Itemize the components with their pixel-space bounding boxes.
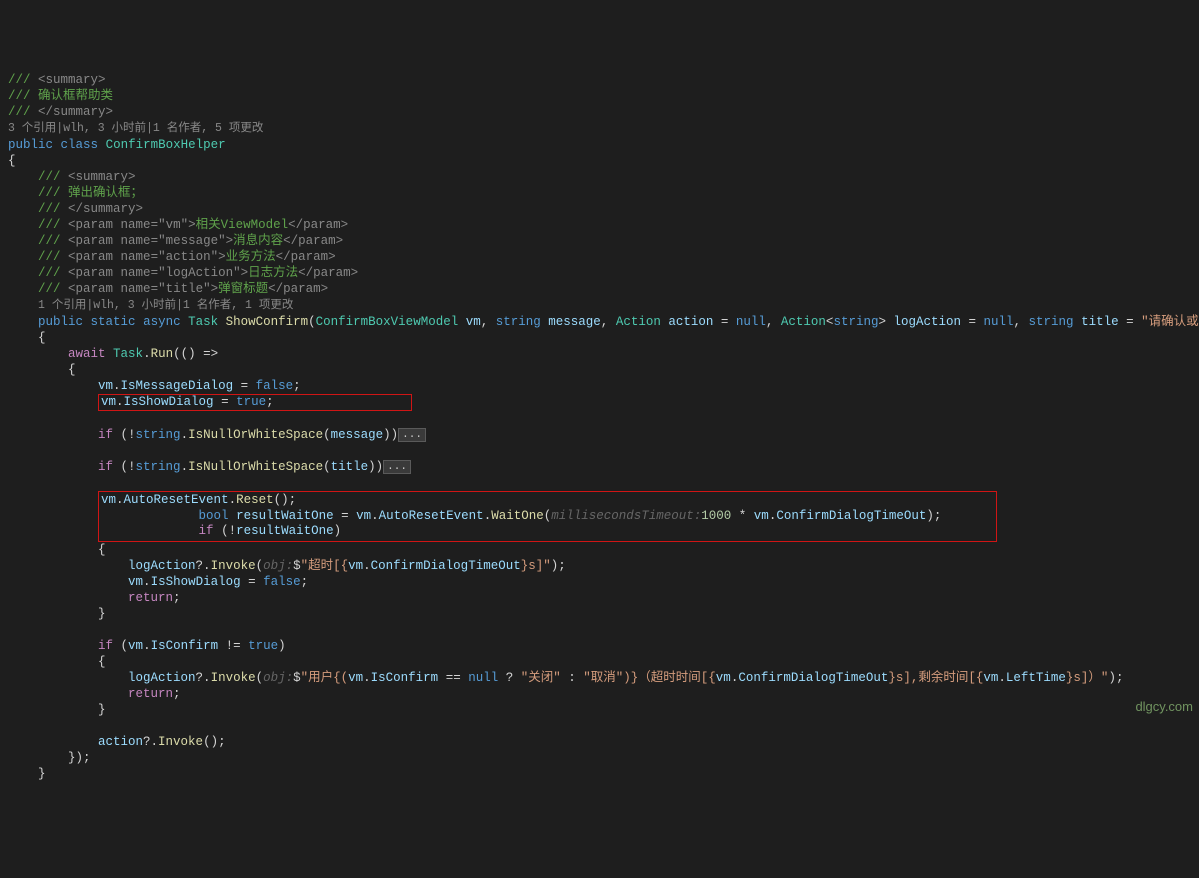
highlight-box-1: vm.IsShowDialog = true;: [98, 394, 412, 411]
watermark: dlgcy.com: [1135, 699, 1193, 715]
codelens[interactable]: 3 个引用|wlh, 3 小时前|1 名作者, 5 项更改: [8, 122, 263, 135]
highlight-box-2: vm.AutoResetEvent.Reset(); bool resultWa…: [98, 491, 997, 542]
codelens[interactable]: 1 个引用|wlh, 3 小时前|1 名作者, 1 项更改: [38, 299, 293, 312]
code-editor[interactable]: /// <summary> /// 确认框帮助类 /// </summary> …: [8, 72, 1199, 782]
collapsed-region[interactable]: ...: [383, 460, 411, 474]
collapsed-region[interactable]: ...: [398, 428, 426, 442]
